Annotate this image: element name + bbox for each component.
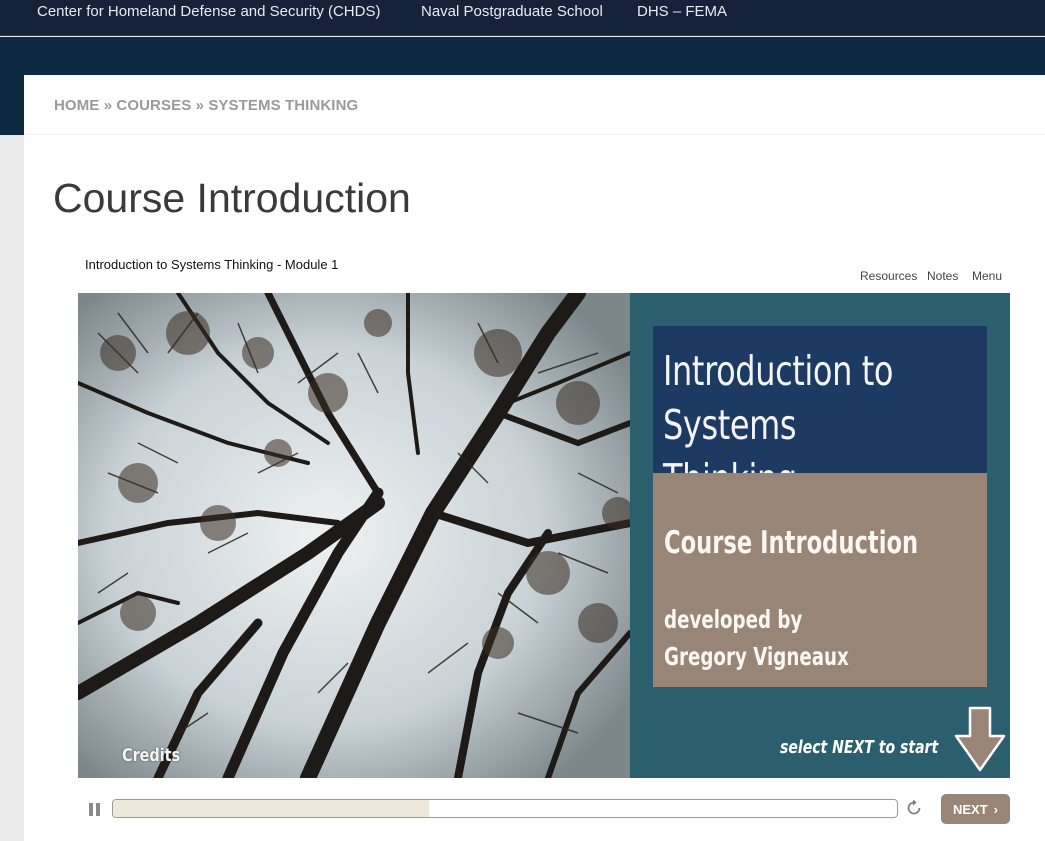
page-title: Course Introduction [53, 175, 411, 221]
breadcrumb-divider [24, 134, 1045, 135]
seek-progress [113, 800, 429, 817]
nav-link-nps[interactable]: Naval Postgraduate School [421, 3, 603, 20]
chevron-right-icon: › [993, 801, 998, 817]
breadcrumb-courses[interactable]: COURSES [116, 97, 191, 114]
player-menu-resources[interactable]: Resources [860, 269, 917, 283]
nav-link-fema[interactable]: DHS – FEMA [637, 3, 727, 20]
breadcrumb-separator: » [195, 97, 205, 114]
breadcrumb-separator: » [103, 97, 113, 114]
down-arrow-icon [954, 706, 1006, 772]
next-button-label: NEXT [952, 801, 988, 817]
slide-heading-box: Introduction to Systems Thinking [653, 326, 987, 503]
next-button[interactable]: NEXT › [941, 794, 1010, 824]
player-title: Introduction to Systems Thinking - Modul… [85, 257, 339, 272]
nav-link-chds[interactable]: Center for Homeland Defense and Security… [37, 3, 380, 20]
breadcrumb-current: SYSTEMS THINKING [208, 97, 359, 114]
author-name: Gregory Vigneaux [664, 642, 849, 671]
pause-icon[interactable] [87, 801, 103, 817]
developed-by-label: developed by [664, 605, 803, 634]
replay-icon[interactable] [904, 798, 924, 818]
title-panel: Introduction to Systems Thinking Course … [630, 293, 1010, 778]
player-menu-menu[interactable]: Menu [972, 269, 1002, 283]
top-nav: Center for Homeland Defense and Security… [0, 0, 1045, 36]
start-hint: select NEXT to start [780, 737, 939, 758]
tree-canopy-photo [78, 293, 630, 778]
slide-info-box: Course Introduction developed by Gregory… [653, 473, 987, 687]
slide-stage: Introduction to Systems Thinking Course … [78, 293, 1010, 778]
seek-bar[interactable] [112, 799, 898, 818]
content-card: HOME » COURSES » SYSTEMS THINKING Course… [24, 75, 1045, 841]
slide-subheading: Course Introduction [664, 525, 919, 561]
playback-controls: NEXT › [78, 793, 1010, 827]
slide-credit-text: developed by Gregory Vigneaux [664, 601, 849, 675]
player-menu-notes[interactable]: Notes [927, 269, 958, 283]
breadcrumb-home[interactable]: HOME [54, 97, 99, 114]
breadcrumb: HOME » COURSES » SYSTEMS THINKING [54, 97, 358, 114]
credits-link[interactable]: Credits [122, 745, 180, 766]
